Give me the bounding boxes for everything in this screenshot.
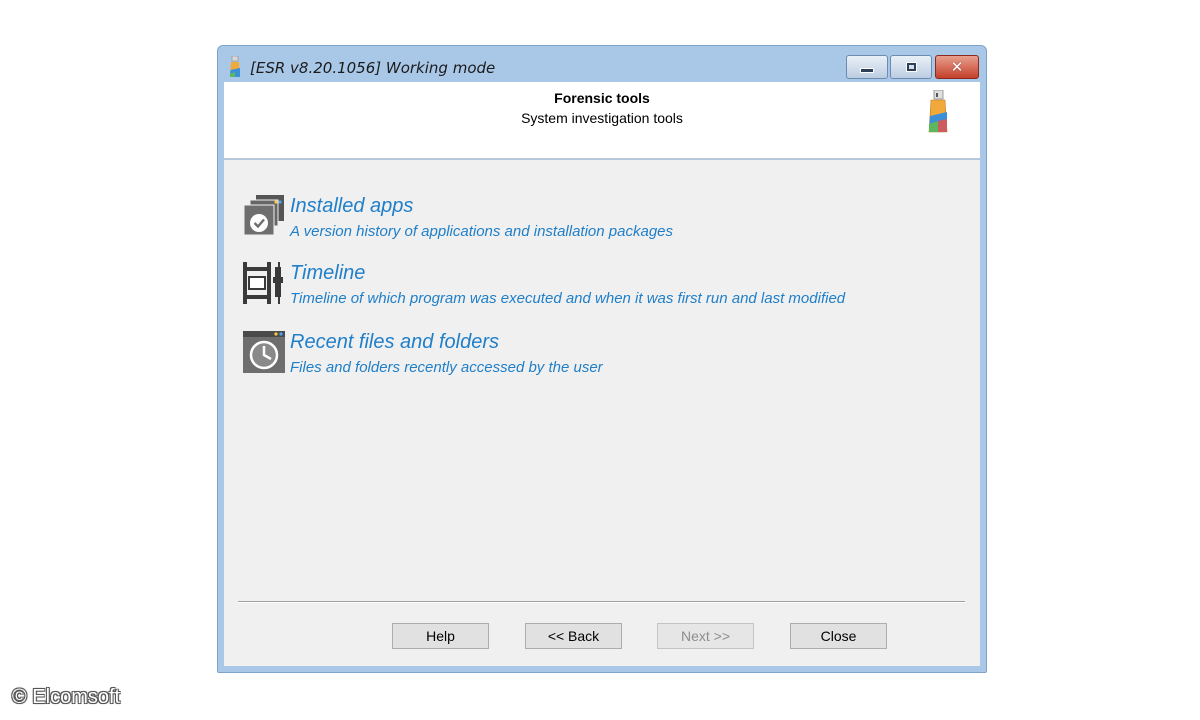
- tool-item-timeline[interactable]: Timeline Timeline of which program was e…: [242, 261, 942, 317]
- copyright-watermark: © Elcomsoft: [12, 686, 121, 708]
- installed-apps-icon: [243, 195, 284, 236]
- page-subtitle: System investigation tools: [521, 110, 683, 126]
- tool-description: Files and folders recently accessed by t…: [290, 359, 603, 376]
- tool-item-recent-files[interactable]: Recent files and folders Files and folde…: [242, 330, 942, 386]
- close-icon: ✕: [950, 57, 964, 76]
- wizard-content: Installed apps A version history of appl…: [224, 160, 980, 666]
- footer-separator: [238, 601, 965, 603]
- page-title: Forensic tools: [554, 90, 650, 106]
- tool-title[interactable]: Timeline: [290, 262, 365, 285]
- timeline-icon: [243, 262, 283, 304]
- next-button[interactable]: Next >>: [657, 623, 754, 649]
- back-button[interactable]: << Back: [525, 623, 622, 649]
- wizard-header: Forensic tools System investigation tool…: [224, 82, 980, 159]
- esr-logo-icon: [928, 90, 948, 133]
- tool-title[interactable]: Installed apps: [290, 195, 413, 218]
- tool-item-installed-apps[interactable]: Installed apps A version history of appl…: [242, 194, 942, 250]
- app-window: [ESR v8.20.1056] Working mode ✕ Forensic…: [217, 45, 987, 673]
- tool-title[interactable]: Recent files and folders: [290, 331, 499, 354]
- maximize-icon: [906, 63, 916, 71]
- recent-files-icon: [243, 331, 285, 373]
- title-bar[interactable]: [ESR v8.20.1056] Working mode ✕: [218, 46, 986, 82]
- tool-description: Timeline of which program was executed a…: [290, 290, 846, 307]
- minimize-icon: [860, 67, 874, 73]
- close-button[interactable]: Close: [790, 623, 887, 649]
- maximize-button[interactable]: [890, 55, 932, 79]
- app-icon: [230, 56, 240, 77]
- close-window-button[interactable]: ✕: [935, 55, 979, 79]
- tool-description: A version history of applications and in…: [290, 223, 673, 240]
- help-button[interactable]: Help: [392, 623, 489, 649]
- window-title: [ESR v8.20.1056] Working mode: [250, 59, 496, 77]
- minimize-button[interactable]: [846, 55, 888, 79]
